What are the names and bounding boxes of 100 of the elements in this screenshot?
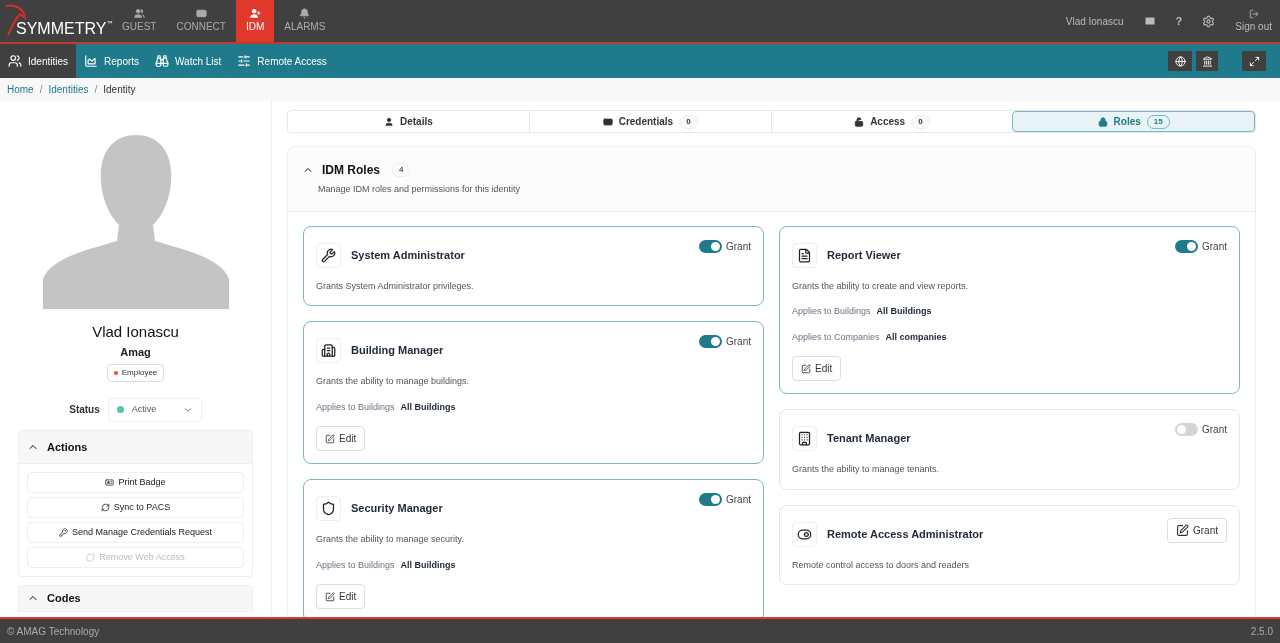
role-title: System Administrator [351,247,465,263]
grant-toggle[interactable] [699,493,722,506]
grant-button[interactable]: Grant [1167,517,1227,543]
role-title: Remote Access Administrator [827,526,984,542]
grant-toggle[interactable] [1175,423,1198,436]
nav-tab[interactable]: Watch List [147,44,230,78]
role-title: Building Manager [351,343,444,359]
user-plus-icon [249,8,261,19]
company-name: Amag [120,344,151,360]
expand-icon [1248,55,1260,67]
breadcrumb-separator: / [94,83,98,97]
shield-icon [321,501,336,516]
help-link[interactable]: ? [1175,12,1183,30]
role-description: Grants the ability to create and view reports. [792,279,970,293]
detail-tab[interactable]: Credentials 0 [528,111,771,132]
sliders-icon [237,54,252,68]
chart-icon [84,54,99,68]
edit-icon [801,363,811,374]
actions-header[interactable]: Actions [19,430,252,464]
unlink-icon [86,553,96,562]
grant-toggle[interactable] [1175,239,1198,253]
people-icon [8,54,22,68]
binoculars-icon [155,54,170,68]
module-tab[interactable]: CONNECT [166,0,236,42]
breadcrumb-current: Identity [103,83,136,97]
nav-tab[interactable]: Reports [76,44,148,78]
key-icon [58,528,68,537]
document-icon [797,247,812,263]
globe-button[interactable] [1168,51,1192,71]
scope-value: All Buildings [400,400,456,414]
role-description: Remote control access to doors and readers [792,558,971,572]
copyright-text: © AMAG Technology [7,624,100,639]
wrench-icon [321,247,336,263]
action-button[interactable]: Print Badge [27,472,244,493]
breadcrumb-link[interactable]: Home [7,82,34,97]
grant-toggle[interactable] [699,239,722,253]
mail-icon[interactable] [1143,15,1156,27]
toggle-icon [797,526,812,542]
edit-icon [1176,523,1189,537]
edit-icon [325,591,335,602]
scope-value: All companies [885,330,947,344]
detail-tab[interactable]: Details [288,111,529,132]
edit-button[interactable]: Edit [792,356,842,381]
people-icon [133,8,145,19]
tab-count: 0 [679,114,698,129]
user-icon [383,116,394,127]
user-name[interactable]: Vlad Ionascu [1065,13,1124,29]
edit-icon [325,433,335,444]
scope-label: Applies to Buildings [792,305,871,318]
action-button[interactable]: Send Manage Credentials Request [27,522,244,543]
role-description: Grants System Administrator privileges. [316,279,475,293]
module-tab[interactable]: GUEST [112,0,167,42]
detail-tab[interactable]: Access 0 [770,111,1013,132]
grant-label: Grant [726,493,751,507]
identity-name: Vlad Ionascu [92,322,179,342]
nav-tab[interactable]: Identities [0,44,77,78]
section-header[interactable]: IDM Roles 4 [302,161,411,179]
role-description: Grants the ability to manage security. [316,533,465,546]
role-description: Grants the ability to manage buildings. [316,375,471,388]
unlocked-icon [854,116,865,127]
sign-out-button[interactable]: Sign out [1235,8,1272,34]
role-description: Grants the ability to manage tenants. [792,463,941,476]
building-button[interactable] [1196,51,1218,71]
detail-tab[interactable]: Roles 15 [1012,111,1255,132]
scope-label: Applies to Buildings [316,558,395,572]
office-building-icon [797,431,812,446]
refresh-icon [100,503,110,512]
role-title: Security Manager [351,501,443,517]
identity-type-badge: Employee [106,364,165,382]
card-icon [195,8,207,19]
scope-label: Applies to Companies [792,330,880,344]
grant-label: Grant [726,239,751,254]
status-select[interactable]: Active [107,398,202,422]
bell-icon [299,8,311,19]
action-button[interactable]: Sync to PACS [27,497,244,518]
module-tab[interactable]: IDM [235,0,275,42]
grant-label: Grant [726,335,751,349]
globe-icon [1174,55,1186,67]
module-tab[interactable]: ALARMS [274,0,336,42]
edit-button[interactable]: Edit [316,584,366,609]
lock-icon [1097,116,1108,127]
nav-tab[interactable]: Remote Access [229,44,335,78]
role-title: Report Viewer [827,247,901,263]
breadcrumb-separator: / [39,83,43,97]
grant-label: Grant [1202,423,1227,437]
scope-value: All Buildings [400,558,456,572]
grant-toggle[interactable] [699,335,722,348]
breadcrumb-link[interactable]: Identities [48,82,89,97]
sign-out-icon [1248,8,1259,19]
scope-label: Applies to Buildings [316,400,395,414]
grant-label: Grant [1202,239,1227,254]
fullscreen-button[interactable] [1242,51,1266,71]
section-subtitle: Manage IDM roles and permissions for this identity [318,183,522,196]
edit-button[interactable]: Edit [316,426,366,451]
logo-text: SYMMETRY [16,20,107,38]
codes-header[interactable]: Codes [18,585,253,612]
card-icon [602,116,613,127]
status-label: Status [69,403,100,418]
settings-icon[interactable] [1202,14,1216,28]
version-text: 2.5.0 [1250,624,1273,639]
